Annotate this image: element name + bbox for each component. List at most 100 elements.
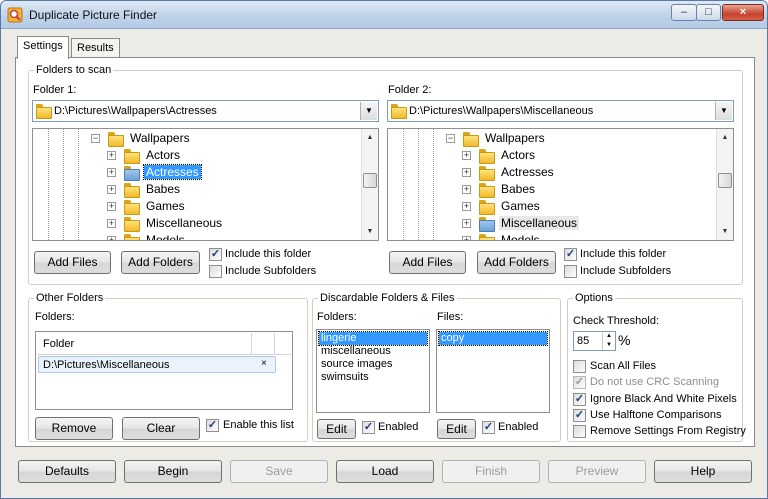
folder2-path-combo[interactable]: D:\Pictures\Wallpapers\Miscellaneous ▼ [387, 100, 734, 122]
folder2-include-subfolders-checkbox[interactable] [564, 265, 577, 278]
tree-row[interactable]: − Wallpapers [388, 130, 716, 147]
chevron-down-icon[interactable]: ▼ [715, 102, 732, 120]
settings-panel: Folders to scan Folder 1: D:\Pictures\Wa… [15, 57, 755, 447]
folder1-include-subfolders-checkbox[interactable] [209, 265, 222, 278]
folder1-include-this-folder-checkbox[interactable]: ✓ [209, 248, 222, 261]
discardable-files-label: Files: [437, 311, 464, 323]
clear-button[interactable]: Clear [122, 417, 200, 440]
tree-row[interactable]: + Games [33, 198, 361, 215]
folder2-tree[interactable]: − Wallpapers + Actors + Actresses + Babes + Games… [387, 128, 734, 241]
tree-row[interactable]: + Babes [33, 181, 361, 198]
option-checkbox[interactable]: ✓ [573, 408, 586, 422]
grid-header-divider [274, 333, 275, 355]
list-item[interactable]: miscellaneous [319, 345, 393, 358]
option-label: Ignore Black And White Pixels [590, 392, 737, 405]
discardable-files-enabled-checkbox[interactable]: ✓ [482, 421, 495, 434]
window-title: Duplicate Picture Finder [29, 8, 158, 22]
discardable-folders-enabled-checkbox[interactable]: ✓ [362, 421, 375, 434]
collapse-icon[interactable]: − [91, 134, 100, 143]
preview-button: Preview [548, 460, 646, 483]
tree-row[interactable]: − Wallpapers [33, 130, 361, 147]
scroll-thumb[interactable] [363, 173, 377, 188]
list-item[interactable]: copy [438, 331, 548, 346]
tree-row[interactable]: + Miscellaneous [33, 215, 361, 232]
discardable-folders-list[interactable]: lingerie miscellaneous source images swimsu… [316, 329, 430, 413]
spin-down-icon[interactable]: ▼ [602, 341, 615, 350]
scroll-up-icon[interactable]: ▲ [362, 129, 378, 146]
other-folders-grid[interactable]: Folder D:\Pictures\Miscellaneous × [35, 331, 293, 410]
list-item[interactable]: lingerie [318, 331, 428, 346]
begin-button[interactable]: Begin [124, 460, 222, 483]
row-close-icon[interactable]: × [261, 358, 267, 369]
folder1-path-combo[interactable]: D:\Pictures\Wallpapers\Actresses ▼ [32, 100, 379, 122]
folder-icon [479, 234, 495, 240]
list-item[interactable]: swimsuits [319, 371, 371, 384]
option-checkbox[interactable] [573, 425, 586, 439]
folder1-include-this-folder-label: Include this folder [225, 248, 312, 260]
folder1-add-folders-button[interactable]: Add Folders [121, 251, 200, 274]
discardable-files-list[interactable]: copy [436, 329, 550, 413]
threshold-value: 85 [577, 335, 590, 347]
threshold-spinner[interactable]: 85 ▲ ▼ [573, 331, 616, 351]
scroll-down-icon[interactable]: ▼ [717, 223, 733, 240]
folder1-tree[interactable]: − Wallpapers + Actors + Actresses + Babes + Games… [32, 128, 379, 241]
list-item[interactable]: source images [319, 358, 395, 371]
tree-row[interactable]: + Actors [33, 147, 361, 164]
folder2-add-files-button[interactable]: Add Files [389, 251, 466, 274]
tree-row[interactable]: + Models [388, 232, 716, 240]
expand-icon[interactable]: + [107, 219, 116, 228]
tree-row[interactable]: + Actresses [388, 164, 716, 181]
tree-row[interactable]: + Models [33, 232, 361, 240]
tab-results[interactable]: Results [71, 38, 120, 58]
option-checkbox[interactable] [573, 360, 586, 373]
enable-this-list-checkbox[interactable]: ✓ [206, 419, 219, 432]
expand-icon[interactable]: + [462, 151, 471, 160]
tree-scrollbar[interactable]: ▲ ▼ [716, 129, 733, 240]
option-checkbox: ✓ [573, 376, 586, 390]
tree-row[interactable]: + Babes [388, 181, 716, 198]
folder-icon [479, 217, 495, 232]
folder2-include-this-folder-checkbox[interactable]: ✓ [564, 248, 577, 261]
folder2-add-folders-button[interactable]: Add Folders [477, 251, 556, 274]
maximize-button[interactable]: □ [696, 4, 721, 21]
expand-icon[interactable]: + [107, 202, 116, 211]
remove-button[interactable]: Remove [35, 417, 113, 440]
title-bar[interactable]: Duplicate Picture Finder – □ × [1, 1, 767, 29]
expand-icon[interactable]: + [462, 236, 471, 240]
chevron-down-icon[interactable]: ▼ [360, 102, 377, 120]
expand-icon[interactable]: + [462, 185, 471, 194]
grid-row[interactable]: D:\Pictures\Miscellaneous × [38, 356, 276, 373]
close-button[interactable]: × [722, 4, 764, 21]
tree-row[interactable]: + Games [388, 198, 716, 215]
discardable-files-edit-button[interactable]: Edit [437, 419, 476, 439]
expand-icon[interactable]: + [107, 151, 116, 160]
discardable-folders-label: Folders: [317, 311, 357, 323]
expand-icon[interactable]: + [462, 219, 471, 228]
tree-row[interactable]: + Miscellaneous [388, 215, 716, 232]
scroll-up-icon[interactable]: ▲ [717, 129, 733, 146]
expand-icon[interactable]: + [462, 202, 471, 211]
expand-icon[interactable]: + [107, 185, 116, 194]
scroll-thumb[interactable] [718, 173, 732, 188]
folder2-path: D:\Pictures\Wallpapers\Miscellaneous [409, 105, 594, 117]
defaults-button[interactable]: Defaults [18, 460, 116, 483]
tree-row[interactable]: + Actresses [33, 164, 361, 181]
load-button[interactable]: Load [336, 460, 434, 483]
tree-scrollbar[interactable]: ▲ ▼ [361, 129, 378, 240]
finish-button: Finish [442, 460, 540, 483]
minimize-button[interactable]: – [671, 4, 697, 21]
folder-icon [124, 200, 140, 215]
collapse-icon[interactable]: − [446, 134, 455, 143]
tab-settings[interactable]: Settings [17, 36, 69, 59]
tree-row[interactable]: + Actors [388, 147, 716, 164]
expand-icon[interactable]: + [107, 168, 116, 177]
expand-icon[interactable]: + [462, 168, 471, 177]
help-button[interactable]: Help [654, 460, 752, 483]
expand-icon[interactable]: + [107, 236, 116, 240]
discardable-folders-edit-button[interactable]: Edit [317, 419, 356, 439]
scroll-down-icon[interactable]: ▼ [362, 223, 378, 240]
folder1-add-files-button[interactable]: Add Files [34, 251, 111, 274]
option-checkbox[interactable]: ✓ [573, 392, 586, 406]
spin-up-icon[interactable]: ▲ [602, 332, 615, 341]
folder-icon [124, 183, 140, 198]
